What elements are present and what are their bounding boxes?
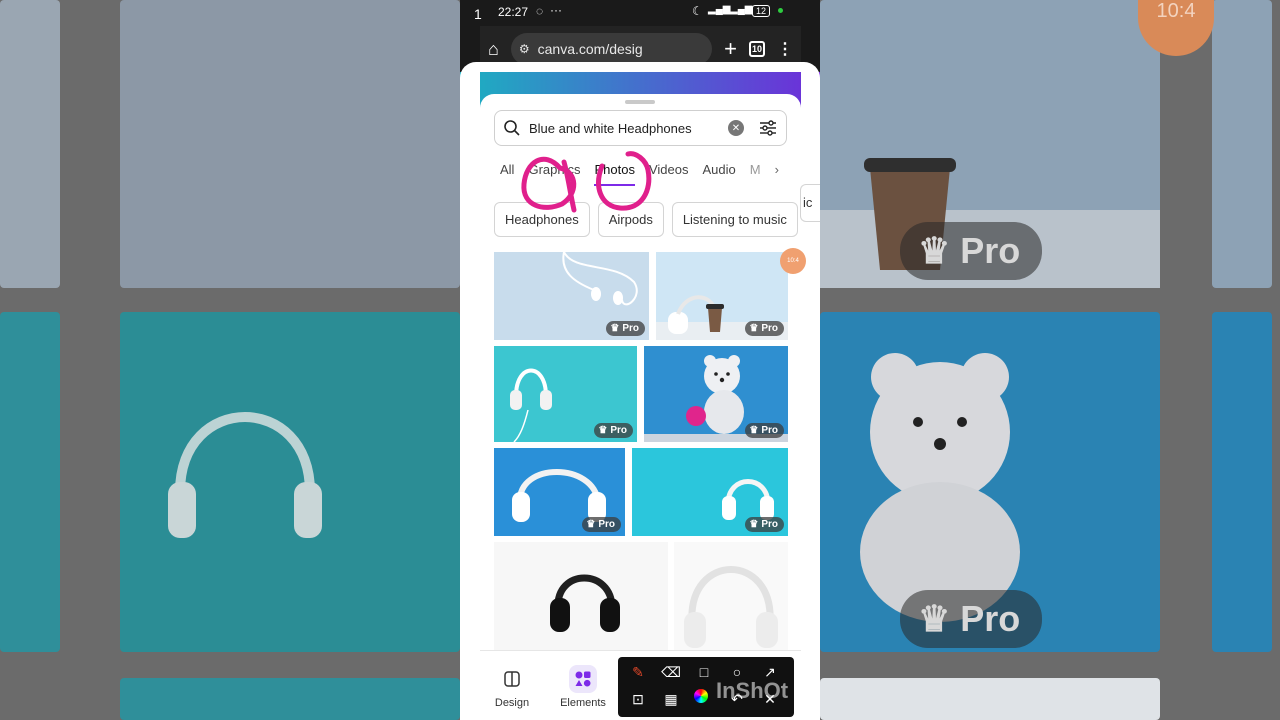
crown-icon: ♛	[610, 323, 620, 334]
bg-pro-badge-2: ♛ Pro	[900, 590, 1043, 648]
photo-headphones-cyan[interactable]: ♛ Pro	[632, 448, 788, 536]
screen: ♛ Pro ♛ Pro 10:4 1 22:27 ◌ ··· ☾ ▂▄▆ ▂▄▆…	[0, 0, 1280, 720]
nav-design[interactable]: Design	[482, 665, 542, 709]
pro-badge: ♛ Pro	[606, 321, 645, 336]
photo-headphones-white[interactable]	[674, 542, 788, 650]
search-query: Blue and white Headphones	[529, 120, 692, 136]
pro-badge: ♛ Pro	[594, 423, 633, 438]
tabs-scroll-right-icon[interactable]: ›	[775, 156, 779, 186]
crown-icon: ♛	[918, 598, 951, 639]
signal-icon: ▂▄▆	[708, 4, 731, 15]
bg-photo-strip	[0, 0, 60, 288]
pen-tool-icon[interactable]: ✎	[628, 662, 648, 682]
photo-earphones[interactable]: ♛ Pro	[494, 252, 649, 340]
bg-pro-badge: ♛ Pro	[900, 222, 1043, 280]
address-bar[interactable]: ⚙ canva.com/desig	[510, 33, 713, 65]
tab-graphics[interactable]: Graphics	[528, 156, 580, 186]
watermark: InShOt	[716, 678, 789, 703]
elements-panel: Blue and white Headphones ✕ All Graphics…	[480, 94, 801, 650]
headphones-black-graphic	[550, 574, 620, 632]
photo-headphones-cup[interactable]: ♛ Pro	[656, 252, 788, 340]
phone-screen: 1 22:27 ◌ ··· ☾ ▂▄▆ ▂▄▆ 12 ⌂ ⚙ canva.com…	[460, 0, 820, 720]
photo-headphones-black[interactable]	[494, 542, 668, 650]
background-left	[0, 0, 460, 720]
url-text: canva.com/desig	[537, 41, 643, 57]
tab-switcher-button[interactable]: 10	[749, 41, 765, 57]
clock: 22:27	[498, 5, 529, 19]
color-picker-icon[interactable]	[694, 689, 708, 703]
crown-icon: ♛	[749, 519, 759, 530]
nav-elements[interactable]: Elements	[553, 665, 613, 709]
signal-2-icon: ▂▄▆	[730, 4, 753, 15]
pro-badge: ♛ Pro	[582, 517, 621, 532]
tab-more[interactable]: M	[750, 156, 761, 186]
bg-photo-headphones	[120, 312, 460, 652]
background-right: ♛ Pro ♛ Pro	[820, 0, 1280, 720]
chip-listening-to-music[interactable]: Listening to music	[671, 202, 798, 237]
site-settings-icon[interactable]: ⚙	[519, 42, 530, 56]
drag-handle[interactable]	[625, 100, 655, 104]
photo-results-grid: ♛ Pro ♛ Pro ♛ Pro ♛ Pro ♛ Pro ♛ Pro	[494, 252, 788, 650]
photo-headphones-blue[interactable]: ♛ Pro	[494, 448, 625, 536]
bg-photo-strip-r1	[1212, 0, 1272, 288]
screenshot-tool-icon[interactable]: ⊡	[628, 689, 648, 709]
crown-icon: ♛	[749, 425, 759, 436]
crown-icon: ♛	[598, 425, 608, 436]
mosaic-tool-icon[interactable]: ▦	[661, 689, 681, 709]
bg-photo-strip-r2	[1212, 312, 1272, 652]
chip-headphones[interactable]: Headphones	[494, 202, 590, 237]
eraser-tool-icon[interactable]: ⌫	[661, 662, 681, 682]
privacy-dot	[778, 8, 783, 13]
search-input[interactable]: Blue and white Headphones ✕	[494, 110, 787, 146]
crown-icon: ♛	[918, 230, 951, 271]
battery-icon: 12	[752, 5, 771, 17]
category-tabs: All Graphics Photos Videos Audio M ›	[500, 156, 790, 186]
suggestion-chips: Headphones Airpods Listening to music	[494, 202, 798, 237]
clear-search-icon[interactable]: ✕	[728, 120, 744, 136]
crown-icon: ♛	[749, 323, 759, 334]
pro-badge: ♛ Pro	[745, 321, 784, 336]
rectangle-tool-icon[interactable]: □	[694, 662, 714, 682]
tab-videos[interactable]: Videos	[649, 156, 689, 186]
elements-icon	[569, 665, 597, 693]
photo-headphones-teal[interactable]: ♛ Pro	[494, 346, 637, 442]
more-notifications-icon: ···	[550, 3, 562, 17]
status-bar: 1 22:27 ◌ ··· ☾ ▂▄▆ ▂▄▆ 12	[460, 0, 820, 26]
bg-headphones-graphic	[168, 412, 322, 538]
crown-icon: ♛	[586, 519, 596, 530]
filter-icon[interactable]	[758, 119, 778, 137]
partial-chip[interactable]: ic	[800, 184, 820, 222]
home-icon[interactable]: ⌂	[488, 39, 499, 60]
tab-audio[interactable]: Audio	[702, 156, 735, 186]
bg-photo-teddy: ♛ Pro	[820, 312, 1160, 652]
edge-digit: 1	[474, 6, 482, 22]
headphones-white-graphic	[684, 566, 778, 648]
bg-photo-earphones	[120, 0, 460, 288]
new-tab-icon[interactable]: +	[724, 38, 737, 60]
bg-photo-bottom	[820, 678, 1160, 720]
do-not-disturb-icon: ☾	[692, 4, 703, 18]
tab-photos[interactable]: Photos	[594, 156, 636, 186]
design-icon	[498, 665, 526, 693]
bg-photo-strip-3	[120, 678, 460, 720]
timestamp-badge-small: 10:4	[780, 248, 806, 274]
bg-photo-strip-2	[0, 312, 60, 652]
search-icon	[504, 120, 520, 136]
photo-teddy-bear[interactable]: ♛ Pro	[644, 346, 788, 442]
tab-all[interactable]: All	[500, 156, 514, 186]
pro-badge: ♛ Pro	[745, 423, 784, 438]
pro-badge: ♛ Pro	[745, 517, 784, 532]
chip-airpods[interactable]: Airpods	[597, 202, 664, 237]
menu-kebab-icon[interactable]: ⋮	[777, 39, 793, 59]
bg-photo-cup: ♛ Pro	[820, 0, 1160, 288]
whatsapp-icon: ◌	[536, 4, 544, 18]
